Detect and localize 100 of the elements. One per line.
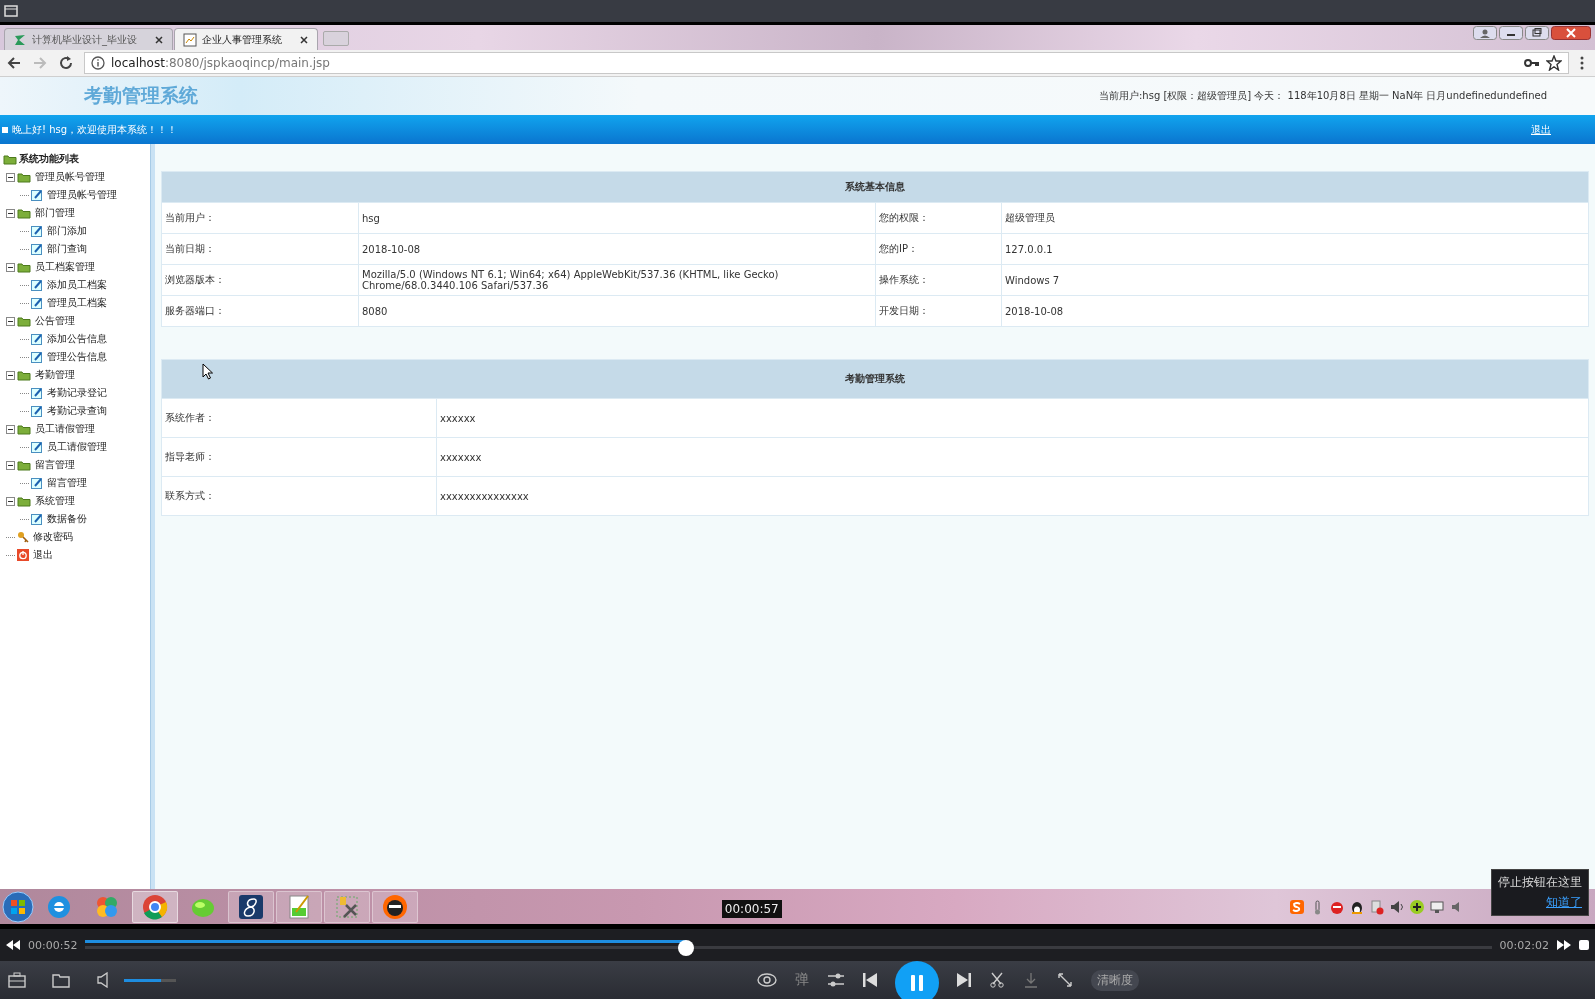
- total-time: 00:02:02: [1499, 938, 1549, 952]
- monitor-icon[interactable]: [1429, 898, 1445, 915]
- tree-item[interactable]: 部门管理: [33, 206, 75, 220]
- collapse-icon[interactable]: [6, 262, 15, 272]
- collapse-icon[interactable]: [6, 460, 15, 470]
- tree-item[interactable]: 添加公告信息: [45, 332, 107, 346]
- tree-item[interactable]: 考勤管理: [33, 368, 75, 382]
- elapsed-time: 00:00:52: [28, 938, 78, 952]
- sliders-icon[interactable]: [827, 972, 845, 988]
- plus-icon[interactable]: [1409, 898, 1425, 915]
- tree-item[interactable]: 员工请假管理: [33, 422, 95, 436]
- table-cell: 联系方式：: [161, 476, 437, 516]
- tree-item[interactable]: 管理员帐号管理: [45, 188, 117, 202]
- collapse-icon[interactable]: [6, 370, 15, 380]
- expand-icon[interactable]: [1057, 972, 1073, 988]
- user-icon[interactable]: [1473, 26, 1497, 40]
- s-icon[interactable]: [1289, 898, 1305, 915]
- table-cell: 开发日期：: [875, 295, 1002, 327]
- fast-forward-icon[interactable]: [1557, 940, 1571, 950]
- tree-item[interactable]: 系统管理: [33, 494, 75, 508]
- edit-icon: [31, 225, 43, 237]
- tooltip-text: 停止按钮在这里: [1498, 874, 1582, 891]
- close-icon[interactable]: [299, 34, 309, 45]
- table-cell: 当前日期：: [161, 233, 359, 265]
- previous-icon[interactable]: [863, 973, 877, 987]
- url-text: localhost:8080/jspkaoqincp/main.jsp: [111, 56, 330, 70]
- tree-item[interactable]: 管理公告信息: [45, 350, 107, 364]
- back-icon[interactable]: [6, 55, 22, 71]
- logout-link[interactable]: 退出: [1531, 122, 1551, 137]
- next-icon[interactable]: [957, 973, 971, 987]
- tree-item[interactable]: 管理员工档案: [45, 296, 107, 310]
- tree-item[interactable]: 留言管理: [45, 476, 87, 490]
- taskbar-button[interactable]: [228, 890, 274, 923]
- folder-icon: [17, 423, 31, 435]
- edit-icon: [31, 351, 43, 363]
- folder-icon: [17, 315, 31, 327]
- tree-item[interactable]: 公告管理: [33, 314, 75, 328]
- tree-item[interactable]: 留言管理: [33, 458, 75, 472]
- info-icon: [91, 56, 105, 70]
- table-cell: 指导老师：: [161, 437, 437, 477]
- stop-icon[interactable]: [1579, 940, 1589, 950]
- reload-icon[interactable]: [58, 55, 74, 71]
- dismiss-link[interactable]: 知道了: [1546, 895, 1582, 909]
- download-icon[interactable]: [1023, 972, 1039, 988]
- page-icon: [183, 32, 197, 47]
- toolbox-icon[interactable]: [8, 972, 26, 988]
- tree-item[interactable]: 添加员工档案: [45, 278, 107, 292]
- key-icon[interactable]: [1524, 57, 1540, 69]
- speaker-icon[interactable]: [1389, 898, 1405, 915]
- collapse-icon[interactable]: [6, 316, 15, 326]
- address-field[interactable]: localhost:8080/jspkaoqincp/main.jsp: [84, 52, 1569, 74]
- tree-item[interactable]: 修改密码: [31, 530, 73, 544]
- collapse-icon[interactable]: [6, 172, 15, 182]
- table-cell: hsg: [358, 202, 876, 234]
- close-icon[interactable]: [154, 34, 164, 45]
- logo-icon: [13, 32, 27, 47]
- table-cell: Mozilla/5.0 (Windows NT 6.1; Win64; x64) AppleWebKit/537.36 (KHTML, like Gecko) Chrome/68.0.3440.106 Safari/537.36: [358, 264, 876, 296]
- edit-icon: [31, 297, 43, 309]
- quality-button[interactable]: 清晰度: [1091, 969, 1139, 991]
- tree-item[interactable]: 考勤记录查询: [45, 404, 107, 418]
- edit-icon: [31, 243, 43, 255]
- taskbar-button[interactable]: [372, 890, 418, 923]
- tree-item[interactable]: 退出: [31, 548, 53, 562]
- browser-tab[interactable]: 企业人事管理系统: [174, 28, 318, 50]
- tree-item[interactable]: 员工请假管理: [45, 440, 107, 454]
- tree-item[interactable]: 部门添加: [45, 224, 87, 238]
- collapse-icon[interactable]: [6, 208, 15, 218]
- tree-item[interactable]: 部门查询: [45, 242, 87, 256]
- eye-icon[interactable]: [757, 973, 777, 987]
- tree-root[interactable]: 系统功能列表: [19, 152, 79, 166]
- browser-tab[interactable]: 计算机毕业设计_毕业设: [4, 28, 173, 50]
- collapse-icon[interactable]: [6, 496, 15, 506]
- tree-item[interactable]: 数据备份: [45, 512, 87, 526]
- danmaku-button[interactable]: 弹: [795, 971, 809, 989]
- star-icon[interactable]: [1546, 55, 1562, 71]
- volume-slider[interactable]: [124, 978, 176, 982]
- start-icon[interactable]: [2, 890, 34, 923]
- edit-icon: [31, 477, 43, 489]
- folder-icon[interactable]: [52, 972, 70, 988]
- progress-thumb[interactable]: [677, 940, 694, 956]
- minimize-icon[interactable]: [1499, 26, 1523, 40]
- tree-item[interactable]: 管理员帐号管理: [33, 170, 105, 184]
- collapse-icon[interactable]: [6, 424, 15, 434]
- scissors-icon[interactable]: [989, 972, 1005, 988]
- menu-icon[interactable]: [1579, 55, 1585, 71]
- edit-icon: [31, 441, 43, 453]
- table-cell: 2018-10-08: [1001, 295, 1589, 327]
- rewind-icon[interactable]: [6, 940, 20, 950]
- table-cell: 8080: [358, 295, 876, 327]
- tree-item[interactable]: 考勤记录登记: [45, 386, 107, 400]
- greeting-text: 晚上好! hsg，欢迎使用本系统！！！: [12, 122, 178, 137]
- play-pause-button[interactable]: [895, 961, 939, 999]
- edit-icon: [31, 387, 43, 399]
- table-cell: 当前用户：: [161, 202, 359, 234]
- table-cell: 操作系统：: [875, 264, 1002, 296]
- table-cell: 2018-10-08: [358, 233, 876, 265]
- tree-item[interactable]: 员工档案管理: [33, 260, 95, 274]
- restore-icon[interactable]: [1525, 26, 1549, 40]
- close-icon[interactable]: [1551, 26, 1591, 40]
- splitter-handle[interactable]: [150, 144, 155, 889]
